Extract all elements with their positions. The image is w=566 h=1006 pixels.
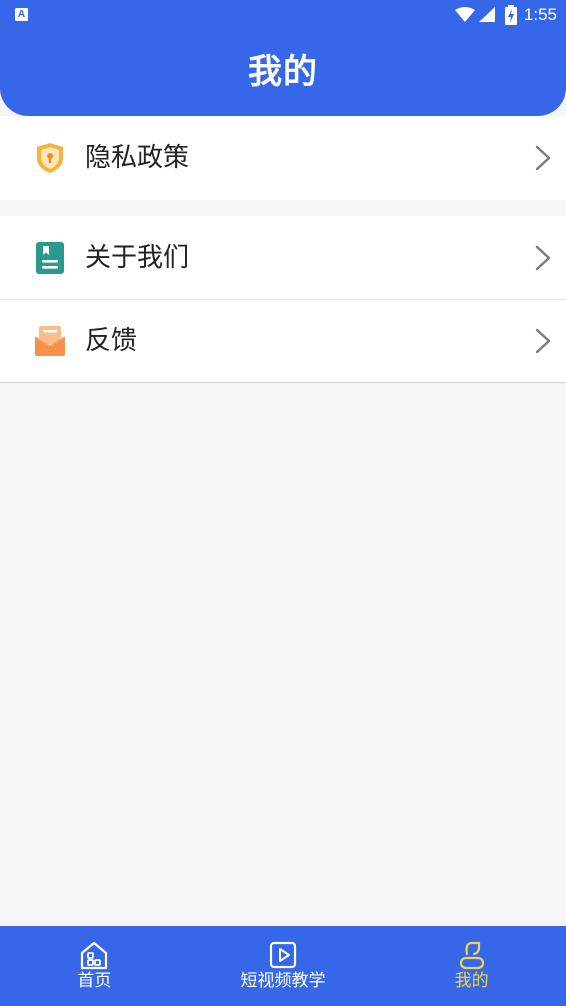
wifi-icon [454,7,475,22]
chevron-right-icon [535,245,551,270]
tab-label-video-tutorial: 短视频教学 [240,971,326,991]
menu-group-privacy: 隐私政策 [0,116,566,200]
document-icon [36,241,64,274]
cellular-signal-icon [478,7,495,22]
tab-label-mine: 我的 [454,971,489,991]
menu-item-feedback[interactable]: 反馈 [0,299,566,382]
mail-icon [34,326,66,356]
video-play-icon [269,941,297,969]
battery-icon [504,5,517,25]
tab-home[interactable]: 首页 [0,926,189,1006]
status-time: 1:55 [523,5,557,24]
page-title: 我的 [248,52,318,92]
menu-item-privacy-policy[interactable]: 隐私政策 [0,116,566,200]
bottom-tab-bar: 首页 短视频教学 我的 [0,926,566,1006]
status-indicators: 1:55 [454,4,557,26]
chevron-right-icon [535,328,551,354]
tab-video-tutorial[interactable]: 短视频教学 [189,926,378,1006]
menu-label-privacy-policy: 隐私政策 [85,143,190,173]
menu-item-about-us[interactable]: 关于我们 [0,216,566,299]
menu-group-info: 关于我们 反馈 [0,216,566,383]
tab-label-home: 首页 [77,971,112,991]
shield-lock-icon [37,143,63,173]
app-notification-icon: A [15,8,28,21]
tab-mine[interactable]: 我的 [377,926,566,1006]
person-icon [459,941,484,970]
menu-label-feedback: 反馈 [85,326,138,356]
home-icon [81,941,108,970]
chevron-right-icon [535,145,551,171]
app-header: A 1:55 我的 [0,0,566,116]
status-bar: A 1:55 [0,0,566,30]
menu-label-about-us: 关于我们 [85,242,190,273]
